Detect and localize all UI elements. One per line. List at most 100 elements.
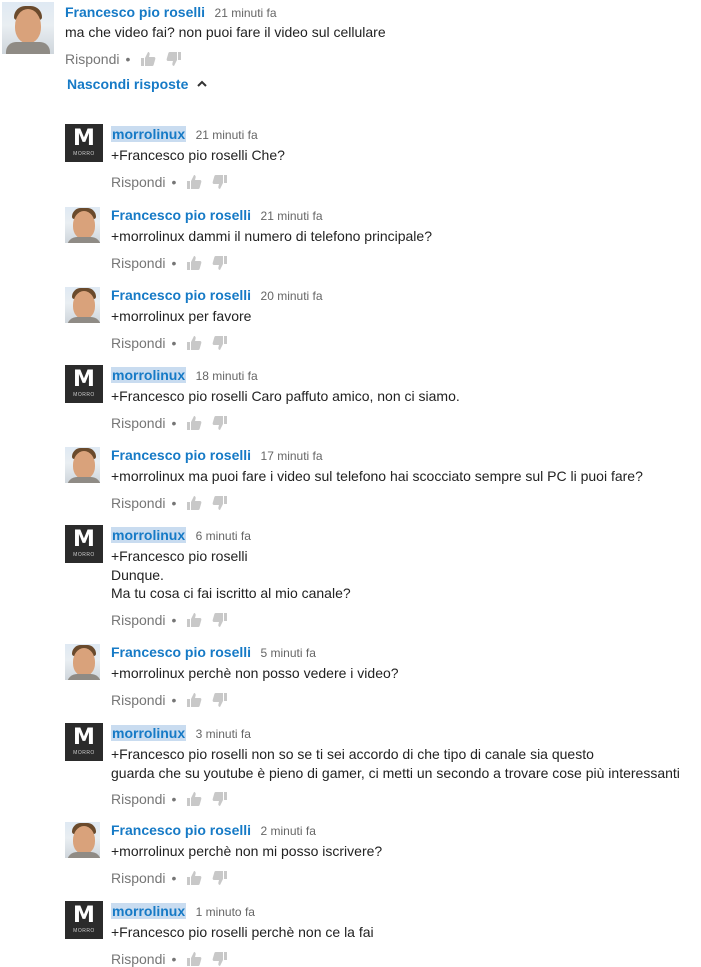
- reply-button[interactable]: Rispondi: [111, 791, 165, 807]
- thumbs-down-icon[interactable]: [166, 51, 182, 67]
- thumbs-up-icon[interactable]: [186, 174, 202, 190]
- reply-button[interactable]: Rispondi: [111, 612, 165, 628]
- comment-text: +morrolinux ma puoi fare i video sul tel…: [111, 468, 643, 484]
- comment-time[interactable]: 5 minuti fa: [261, 646, 316, 660]
- thumbs-up-icon[interactable]: [186, 335, 202, 351]
- comment-text: ma che video fai? non puoi fare il video…: [65, 24, 386, 40]
- comment-author[interactable]: Francesco pio roselli: [111, 207, 251, 223]
- comment-time[interactable]: 1 minuto fa: [196, 905, 255, 919]
- comment-actions: Rispondi •: [111, 335, 228, 351]
- avatar-caption: MORRO: [73, 552, 95, 558]
- separator-dot: •: [171, 494, 177, 511]
- reply-button[interactable]: Rispondi: [111, 951, 165, 967]
- thumbs-up-icon[interactable]: [186, 791, 202, 807]
- reply-button[interactable]: Rispondi: [111, 174, 165, 190]
- thumbs-up-icon[interactable]: [186, 495, 202, 511]
- thumbs-down-icon[interactable]: [212, 415, 228, 431]
- comment-text: +Francesco pio roselli perchè non ce la …: [111, 924, 374, 940]
- separator-dot: •: [171, 691, 177, 708]
- thumbs-up-icon[interactable]: [186, 692, 202, 708]
- comment-time[interactable]: 6 minuti fa: [196, 529, 251, 543]
- comment-actions: Rispondi •: [65, 51, 182, 67]
- avatar-caption: MORRO: [73, 392, 95, 398]
- thumbs-down-icon[interactable]: [212, 951, 228, 967]
- comment-author[interactable]: Francesco pio roselli: [111, 447, 251, 463]
- separator-dot: •: [171, 950, 177, 967]
- comment-actions: Rispondi •: [111, 174, 228, 190]
- avatar[interactable]: [2, 2, 54, 54]
- avatar-letter: M: [73, 527, 95, 552]
- thumbs-up-icon[interactable]: [140, 51, 156, 67]
- reply-button[interactable]: Rispondi: [111, 495, 165, 511]
- reply-button[interactable]: Rispondi: [111, 335, 165, 351]
- comment-time[interactable]: 21 minuti fa: [196, 128, 258, 142]
- comment-time[interactable]: 3 minuti fa: [196, 727, 251, 741]
- thumbs-down-icon[interactable]: [212, 174, 228, 190]
- separator-dot: •: [171, 414, 177, 431]
- comment-text: +morrolinux perchè non posso vedere i vi…: [111, 665, 399, 681]
- comment-text: +Francesco pio roselli non so se ti sei …: [111, 746, 680, 781]
- thumbs-up-icon[interactable]: [186, 415, 202, 431]
- comment-author[interactable]: morrolinux: [111, 367, 187, 383]
- chevron-up-icon: [197, 80, 208, 87]
- comment-actions: Rispondi •: [111, 255, 228, 271]
- avatar[interactable]: M MORRO: [65, 124, 103, 162]
- comment-author[interactable]: Francesco pio roselli: [111, 644, 251, 660]
- comment-actions: Rispondi •: [111, 612, 228, 628]
- separator-dot: •: [125, 51, 131, 67]
- thumbs-down-icon[interactable]: [212, 612, 228, 628]
- thumbs-up-icon[interactable]: [186, 255, 202, 271]
- comment-text: +morrolinux dammi il numero di telefono …: [111, 228, 432, 244]
- avatar[interactable]: M MORRO: [65, 365, 103, 403]
- separator-dot: •: [171, 334, 177, 351]
- thumbs-down-icon[interactable]: [212, 791, 228, 807]
- comment-text: +morrolinux perchè non mi posso iscriver…: [111, 843, 383, 859]
- comment-author[interactable]: Francesco pio roselli: [111, 822, 251, 838]
- comment-time[interactable]: 18 minuti fa: [196, 369, 258, 383]
- comment-author[interactable]: morrolinux: [111, 903, 187, 919]
- comment-text: +morrolinux per favore: [111, 308, 252, 324]
- comment-time[interactable]: 21 minuti fa: [215, 6, 277, 20]
- avatar-letter: M: [73, 367, 95, 392]
- reply-button[interactable]: Rispondi: [111, 255, 165, 271]
- comment-time[interactable]: 20 minuti fa: [261, 289, 323, 303]
- comment-time[interactable]: 2 minuti fa: [261, 824, 316, 838]
- avatar[interactable]: [65, 822, 100, 858]
- comment-author[interactable]: morrolinux: [111, 527, 187, 543]
- thumbs-down-icon[interactable]: [212, 692, 228, 708]
- avatar-letter: M: [73, 903, 95, 928]
- reply-button[interactable]: Rispondi: [111, 415, 165, 431]
- avatar[interactable]: M MORRO: [65, 723, 103, 761]
- thumbs-down-icon[interactable]: [212, 870, 228, 886]
- comment-time[interactable]: 21 minuti fa: [261, 209, 323, 223]
- avatar[interactable]: M MORRO: [65, 901, 103, 939]
- avatar[interactable]: [65, 207, 100, 243]
- reply-button[interactable]: Rispondi: [65, 51, 119, 67]
- reply-button[interactable]: Rispondi: [111, 870, 165, 886]
- comment-actions: Rispondi •: [111, 791, 228, 807]
- avatar[interactable]: M MORRO: [65, 525, 103, 563]
- comment-author[interactable]: morrolinux: [111, 126, 187, 142]
- thumbs-up-icon[interactable]: [186, 951, 202, 967]
- comment-author[interactable]: Francesco pio roselli: [65, 4, 205, 20]
- comment-author[interactable]: Francesco pio roselli: [111, 287, 251, 303]
- thumbs-up-icon[interactable]: [186, 612, 202, 628]
- hide-replies-button[interactable]: Nascondi risposte: [67, 76, 208, 92]
- separator-dot: •: [171, 254, 177, 271]
- comment-author[interactable]: morrolinux: [111, 725, 187, 741]
- comment-actions: Rispondi •: [111, 692, 228, 708]
- reply-button[interactable]: Rispondi: [111, 692, 165, 708]
- thumbs-down-icon[interactable]: [212, 335, 228, 351]
- thumbs-up-icon[interactable]: [186, 870, 202, 886]
- avatar[interactable]: [65, 447, 100, 483]
- comment-time[interactable]: 17 minuti fa: [261, 449, 323, 463]
- thumbs-down-icon[interactable]: [212, 255, 228, 271]
- thumbs-down-icon[interactable]: [212, 495, 228, 511]
- avatar-caption: MORRO: [73, 750, 95, 756]
- avatar-caption: MORRO: [73, 151, 95, 157]
- separator-dot: •: [171, 173, 177, 190]
- avatar[interactable]: [65, 287, 100, 323]
- comment-text: +Francesco pio roselli Caro paffuto amic…: [111, 388, 460, 404]
- avatar[interactable]: [65, 644, 100, 680]
- avatar-letter: M: [73, 126, 95, 151]
